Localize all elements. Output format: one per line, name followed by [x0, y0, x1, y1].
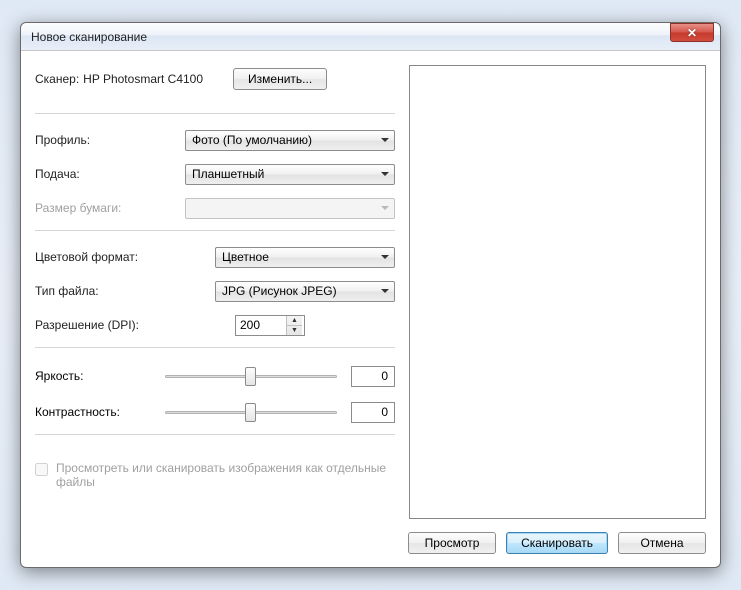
file-type-label: Тип файла: — [35, 284, 165, 298]
preview-area — [409, 65, 706, 519]
window-title: Новое сканирование — [31, 30, 714, 44]
file-type-combo[interactable]: JPG (Рисунок JPEG) — [215, 281, 395, 302]
titlebar: Новое сканирование ✕ — [21, 23, 720, 51]
divider — [35, 434, 395, 435]
color-format-row: Цветовой формат: Цветное — [35, 243, 395, 271]
scanner-row: Сканер: HP Photosmart C4100 Изменить... — [35, 65, 395, 93]
profile-value: Фото (По умолчанию) — [192, 133, 312, 147]
dialog-window: Новое сканирование ✕ Сканер: HP Photosma… — [20, 22, 721, 568]
source-value: Планшетный — [192, 167, 264, 181]
color-format-label: Цветовой формат: — [35, 250, 165, 264]
resolution-input[interactable] — [236, 316, 286, 335]
close-button[interactable]: ✕ — [670, 23, 714, 42]
divider — [35, 347, 395, 348]
spinner-down-button[interactable]: ▼ — [287, 326, 302, 335]
close-icon: ✕ — [687, 26, 697, 40]
file-type-row: Тип файла: JPG (Рисунок JPEG) — [35, 277, 395, 305]
brightness-input[interactable] — [351, 366, 395, 387]
profile-combo[interactable]: Фото (По умолчанию) — [185, 130, 395, 151]
chevron-down-icon — [381, 255, 389, 259]
change-scanner-button[interactable]: Изменить... — [233, 68, 327, 90]
preview-button[interactable]: Просмотр — [408, 532, 496, 554]
spinner-up-button[interactable]: ▲ — [287, 316, 302, 326]
separate-files-label: Просмотреть или сканировать изображения … — [56, 461, 395, 489]
resolution-label: Разрешение (DPI): — [35, 318, 185, 332]
file-type-value: JPG (Рисунок JPEG) — [222, 284, 337, 298]
contrast-label: Контрастность: — [35, 405, 165, 419]
scan-button[interactable]: Сканировать — [506, 532, 608, 554]
cancel-button[interactable]: Отмена — [618, 532, 706, 554]
color-format-combo[interactable]: Цветное — [215, 247, 395, 268]
brightness-label: Яркость: — [35, 369, 165, 383]
paper-size-combo — [185, 198, 395, 219]
profile-label: Профиль: — [35, 133, 185, 147]
chevron-down-icon — [381, 172, 389, 176]
slider-thumb[interactable] — [245, 367, 256, 386]
resolution-row: Разрешение (DPI): ▲ ▼ — [35, 311, 395, 339]
color-format-value: Цветное — [222, 250, 269, 264]
contrast-row: Контрастность: — [35, 396, 395, 428]
source-combo[interactable]: Планшетный — [185, 164, 395, 185]
source-label: Подача: — [35, 167, 185, 181]
slider-thumb[interactable] — [245, 403, 256, 422]
source-row: Подача: Планшетный — [35, 160, 395, 188]
chevron-down-icon — [381, 138, 389, 142]
separate-files-checkbox — [35, 463, 48, 476]
spinner-buttons: ▲ ▼ — [286, 316, 302, 335]
dialog-body: Сканер: HP Photosmart C4100 Изменить... … — [21, 51, 720, 519]
scanner-name: HP Photosmart C4100 — [83, 72, 203, 86]
chevron-down-icon — [381, 206, 389, 210]
paper-size-label: Размер бумаги: — [35, 201, 185, 215]
divider — [35, 230, 395, 231]
separate-files-row: Просмотреть или сканировать изображения … — [35, 461, 395, 489]
profile-row: Профиль: Фото (По умолчанию) — [35, 126, 395, 154]
chevron-down-icon — [381, 289, 389, 293]
brightness-slider[interactable] — [165, 366, 337, 386]
settings-panel: Сканер: HP Photosmart C4100 Изменить... … — [35, 65, 395, 519]
contrast-slider[interactable] — [165, 402, 337, 422]
contrast-input[interactable] — [351, 402, 395, 423]
brightness-row: Яркость: — [35, 360, 395, 392]
scanner-label: Сканер: — [35, 72, 79, 86]
divider — [35, 113, 395, 114]
paper-size-row: Размер бумаги: — [35, 194, 395, 222]
resolution-spinner[interactable]: ▲ ▼ — [235, 315, 305, 336]
dialog-footer: Просмотр Сканировать Отмена — [21, 519, 720, 567]
